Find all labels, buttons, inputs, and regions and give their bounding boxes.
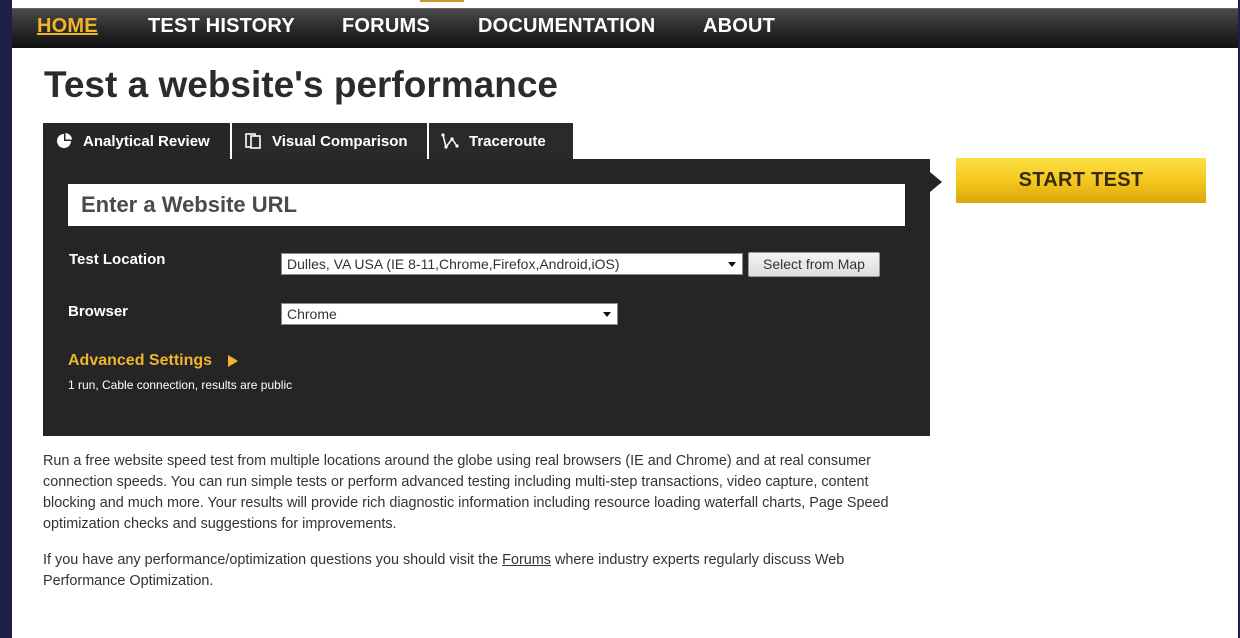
nav-documentation[interactable]: DOCUMENTATION [478, 15, 655, 38]
nav-test-history[interactable]: TEST HISTORY [148, 15, 295, 38]
chevron-down-icon [728, 262, 736, 267]
forums-text-before: If you have any performance/optimization… [43, 552, 503, 568]
test-location-value: Dulles, VA USA (IE 8-11,Chrome,Firefox,A… [287, 256, 620, 272]
chevron-down-icon [603, 312, 611, 317]
test-location-label: Test Location [69, 251, 166, 268]
nav-forums[interactable]: FORUMS [342, 15, 430, 38]
forums-paragraph: If you have any performance/optimization… [43, 550, 923, 592]
test-location-select[interactable]: Dulles, VA USA (IE 8-11,Chrome,Firefox,A… [281, 253, 743, 275]
panel-pointer [930, 172, 942, 192]
pie-chart-icon [55, 132, 73, 150]
tab-label: Analytical Review [83, 132, 210, 150]
play-arrow-icon[interactable] [228, 355, 238, 367]
main-nav: HOME TEST HISTORY FORUMS DOCUMENTATION A… [12, 8, 1238, 48]
browser-value: Chrome [287, 306, 337, 322]
tab-label: Visual Comparison [272, 132, 408, 150]
advanced-settings-summary: 1 run, Cable connection, results are pub… [68, 378, 293, 392]
start-test-button[interactable]: START TEST [956, 158, 1206, 203]
tab-visual-comparison[interactable]: Visual Comparison [232, 123, 429, 159]
browser-select[interactable]: Chrome [281, 303, 618, 325]
compare-pages-icon [244, 132, 262, 150]
tab-traceroute[interactable]: Traceroute [429, 123, 573, 159]
description-paragraph: Run a free website speed test from multi… [43, 453, 889, 532]
url-input[interactable] [68, 184, 905, 226]
traceroute-icon [441, 132, 459, 150]
forums-link[interactable]: Forums [502, 552, 551, 568]
nav-about[interactable]: ABOUT [703, 15, 775, 38]
advanced-settings-link[interactable]: Advanced Settings [68, 352, 212, 370]
tab-label: Traceroute [469, 132, 546, 150]
tab-analytical-review[interactable]: Analytical Review [43, 123, 232, 159]
select-from-map-button[interactable]: Select from Map [748, 252, 880, 277]
browser-label: Browser [68, 303, 129, 320]
top-border-accent [420, 0, 464, 2]
nav-home[interactable]: HOME [37, 15, 98, 38]
page-title: Test a website's performance [44, 64, 558, 105]
